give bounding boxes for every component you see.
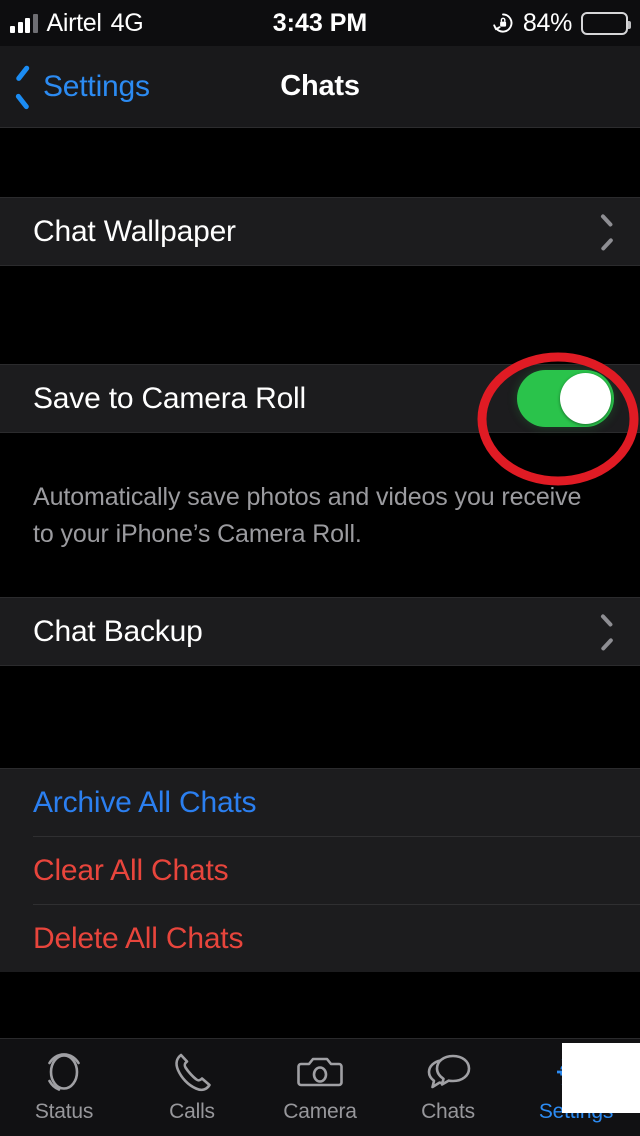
- camera-icon: [297, 1048, 343, 1096]
- phone-icon: [169, 1048, 215, 1096]
- status-bar: Airtel 4G 3:43 PM 84%: [0, 0, 640, 46]
- save-to-camera-roll-toggle[interactable]: [517, 370, 614, 427]
- row-chat-backup[interactable]: Chat Backup: [0, 598, 640, 665]
- row-archive-all-chats[interactable]: Archive All Chats: [0, 769, 640, 836]
- group-save-to-camera-roll: Save to Camera Roll: [0, 364, 640, 433]
- battery-percent-label: 84%: [522, 8, 572, 37]
- status-bar-right: 84%: [492, 0, 631, 46]
- page-title: Chats: [280, 70, 360, 102]
- row-archive-all-chats-label: Archive All Chats: [33, 785, 257, 819]
- tab-status-label: Status: [34, 1100, 94, 1123]
- clock-label: 3:43 PM: [272, 8, 368, 37]
- tab-calls[interactable]: Calls: [128, 1039, 256, 1136]
- chevron-right-icon: [600, 218, 616, 246]
- row-save-to-camera-roll-label: Save to Camera Roll: [33, 381, 306, 415]
- row-delete-all-chats-label: Delete All Chats: [33, 921, 244, 955]
- white-overlay-patch: [562, 1043, 640, 1113]
- save-to-camera-roll-footer: Automatically save photos and videos you…: [33, 483, 582, 548]
- row-chat-wallpaper-label: Chat Wallpaper: [33, 214, 236, 248]
- battery-icon: [581, 11, 631, 35]
- status-ring-icon: [41, 1048, 87, 1096]
- tab-chats-label: Chats: [421, 1100, 475, 1123]
- tab-chats[interactable]: Chats: [384, 1039, 512, 1136]
- chat-bubbles-icon: [423, 1048, 473, 1096]
- row-chat-wallpaper[interactable]: Chat Wallpaper: [0, 198, 640, 265]
- row-delete-all-chats[interactable]: Delete All Chats: [0, 905, 640, 972]
- group-chat-backup: Chat Backup: [0, 597, 640, 666]
- row-save-to-camera-roll[interactable]: Save to Camera Roll: [0, 365, 640, 432]
- group-chat-actions: Archive All Chats Clear All Chats Delete…: [0, 768, 640, 972]
- tab-calls-label: Calls: [169, 1100, 215, 1123]
- tab-camera[interactable]: Camera: [256, 1039, 384, 1136]
- row-chat-backup-label: Chat Backup: [33, 614, 203, 648]
- tab-status[interactable]: Status: [0, 1039, 128, 1136]
- rotation-lock-icon: [492, 12, 514, 34]
- navigation-bar: Settings Chats: [0, 46, 640, 128]
- toggle-knob: [560, 373, 611, 424]
- tab-camera-label: Camera: [283, 1100, 357, 1123]
- tab-bar: Status Calls Camera Chats: [0, 1038, 640, 1136]
- chevron-right-icon: [600, 618, 616, 646]
- row-clear-all-chats-label: Clear All Chats: [33, 853, 229, 887]
- row-clear-all-chats[interactable]: Clear All Chats: [0, 837, 640, 904]
- group-wallpaper: Chat Wallpaper: [0, 197, 640, 266]
- settings-list[interactable]: Chat Wallpaper Save to Camera Roll Autom…: [0, 128, 640, 1038]
